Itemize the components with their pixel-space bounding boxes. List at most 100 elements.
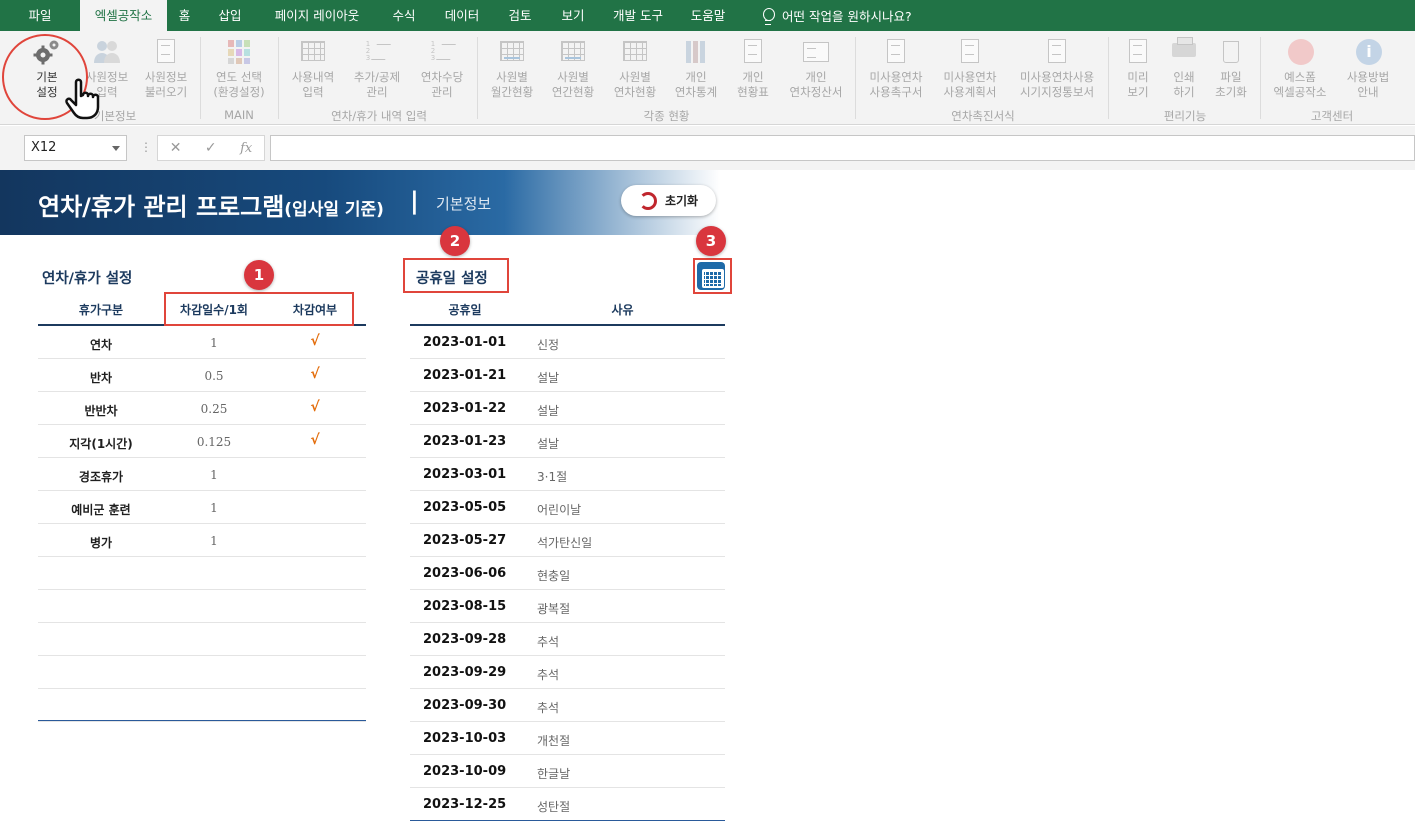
menu-help[interactable]: 도움말	[678, 0, 738, 31]
deduct-days-cell[interactable]: 0.25	[164, 402, 264, 416]
personal-table-button[interactable]: 개인 현황표	[728, 35, 778, 107]
formula-input[interactable]	[270, 135, 1415, 161]
menu-home[interactable]: 홈	[167, 0, 202, 31]
deduct-flag-cell[interactable]: √	[270, 399, 360, 415]
group-separator	[1108, 37, 1109, 119]
holiday-header-line	[410, 324, 725, 326]
deduct-days-cell[interactable]: 1	[164, 501, 264, 515]
holiday-date-cell[interactable]: 2023-06-06	[423, 566, 506, 581]
holiday-reason-cell[interactable]: 추석	[537, 699, 559, 716]
annual-status-label: 사원별 연차현황	[613, 70, 657, 99]
table-row-divider	[410, 589, 725, 590]
holiday-date-cell[interactable]: 2023-03-01	[423, 467, 506, 482]
holiday-reason-cell[interactable]: 현충일	[537, 567, 570, 584]
holiday-reason-cell[interactable]: 어린이날	[537, 501, 581, 518]
holiday-reason-cell[interactable]: 한글날	[537, 765, 570, 782]
deduct-days-cell[interactable]: 1	[164, 468, 264, 482]
menu-formulas[interactable]: 수식	[376, 0, 432, 31]
banner-divider: |	[410, 187, 419, 215]
usage-input-button[interactable]: 사용내역 입력	[284, 35, 342, 107]
name-box[interactable]: X12	[24, 135, 127, 161]
holiday-reason-cell[interactable]: 석가탄신일	[537, 534, 592, 551]
leave-type-cell[interactable]: 반차	[38, 369, 164, 386]
leave-type-cell[interactable]: 병가	[38, 534, 164, 551]
chevron-down-icon[interactable]	[112, 146, 120, 151]
deduct-flag-cell[interactable]: √	[270, 432, 360, 448]
leave-type-cell[interactable]: 지각(1시간)	[38, 435, 164, 452]
designation-notice-label: 미사용연차사용 시기지정통보서	[1019, 70, 1095, 99]
allowance-button[interactable]: 연차수당 관리	[412, 35, 472, 107]
holiday-date-cell[interactable]: 2023-05-05	[423, 500, 506, 515]
group-label-promotion: 연차촉진서식	[951, 109, 1015, 123]
file-reset-button[interactable]: 파일 초기화	[1206, 35, 1256, 107]
holiday-reason-cell[interactable]: 추석	[537, 633, 559, 650]
employee-import-button[interactable]: 사원정보 불러오기	[140, 35, 192, 107]
deduct-days-cell[interactable]: 0.5	[164, 369, 264, 383]
reset-button[interactable]: 초기화	[621, 185, 716, 216]
table-row-divider	[38, 391, 366, 392]
leave-type-cell[interactable]: 경조휴가	[38, 468, 164, 485]
holiday-date-cell[interactable]: 2023-12-25	[423, 797, 506, 812]
year-select-button[interactable]: 연도 선택 (환경설정)	[206, 35, 272, 107]
tell-me-search[interactable]: 어떤 작업을 원하시나요?	[762, 6, 912, 25]
holiday-reason-cell[interactable]: 광복절	[537, 600, 570, 617]
help-guide-button[interactable]: i 사용방법 안내	[1338, 35, 1398, 107]
holiday-reason-cell[interactable]: 개천절	[537, 732, 570, 749]
menu-view[interactable]: 보기	[548, 0, 598, 31]
info-icon: i	[1353, 37, 1383, 67]
personal-stats-button[interactable]: 개인 연차통계	[666, 35, 726, 107]
menu-insert[interactable]: 삽입	[202, 0, 258, 31]
print-button[interactable]: 인쇄 하기	[1160, 35, 1208, 107]
annual-status-button[interactable]: 사원별 연차현황	[606, 35, 664, 107]
holiday-date-cell[interactable]: 2023-01-23	[423, 434, 506, 449]
menu-review[interactable]: 검토	[492, 0, 548, 31]
holiday-reason-cell[interactable]: 성탄절	[537, 798, 570, 815]
holiday-date-cell[interactable]: 2023-01-22	[423, 401, 506, 416]
settlement-button[interactable]: 개인 연차정산서	[782, 35, 850, 107]
menu-excel-workshop[interactable]: 엑셀공작소	[80, 0, 167, 31]
designation-notice-button[interactable]: 미사용연차사용 시기지정통보서	[1010, 35, 1104, 107]
holiday-reason-cell[interactable]: 설날	[537, 402, 559, 419]
menu-developer[interactable]: 개발 도구	[598, 0, 678, 31]
deduct-flag-cell[interactable]: √	[270, 366, 360, 382]
usage-plan-button[interactable]: 미사용연차 사용계획서	[936, 35, 1004, 107]
function-icon[interactable]: fx	[240, 141, 252, 156]
holiday-reason-cell[interactable]: 설날	[537, 435, 559, 452]
menu-data[interactable]: 데이터	[432, 0, 492, 31]
tell-me-text: 어떤 작업을 원하시나요?	[782, 9, 912, 24]
program-title-main: 연차/휴가 관리 프로그램	[38, 193, 285, 221]
holiday-reason-cell[interactable]: 설날	[537, 369, 559, 386]
leave-type-cell[interactable]: 연차	[38, 336, 164, 353]
leave-type-cell[interactable]: 반반차	[38, 402, 164, 419]
add-deduct-button[interactable]: 추가/공제 관리	[346, 35, 408, 107]
preview-button[interactable]: 미리 보기	[1114, 35, 1162, 107]
monthly-status-button[interactable]: 사원별 월간현황	[483, 35, 541, 107]
holiday-date-cell[interactable]: 2023-10-09	[423, 764, 506, 779]
holiday-date-cell[interactable]: 2023-05-27	[423, 533, 506, 548]
holiday-date-cell[interactable]: 2023-09-30	[423, 698, 506, 713]
urge-notice-button[interactable]: 미사용연차 사용촉구서	[862, 35, 930, 107]
confirm-icon[interactable]: ✓	[205, 140, 217, 156]
menu-page-layout[interactable]: 페이지 레이아웃	[258, 0, 376, 31]
holiday-reason-cell[interactable]: 3·1절	[537, 468, 567, 485]
holiday-date-cell[interactable]: 2023-08-15	[423, 599, 506, 614]
holiday-date-cell[interactable]: 2023-01-21	[423, 368, 506, 383]
holiday-date-cell[interactable]: 2023-09-28	[423, 632, 506, 647]
yearly-status-button[interactable]: 사원별 연간현황	[544, 35, 602, 107]
holiday-date-cell[interactable]: 2023-10-03	[423, 731, 506, 746]
holiday-reason-cell[interactable]: 신정	[537, 336, 559, 353]
holiday-date-cell[interactable]: 2023-01-01	[423, 335, 506, 350]
deduct-flag-cell[interactable]: √	[270, 333, 360, 349]
import-icon	[151, 37, 181, 67]
deduct-days-cell[interactable]: 1	[164, 336, 264, 350]
group-separator	[477, 37, 478, 119]
holiday-date-cell[interactable]: 2023-09-29	[423, 665, 506, 680]
deduct-days-cell[interactable]: 0.125	[164, 435, 264, 449]
deduct-days-cell[interactable]: 1	[164, 534, 264, 548]
cancel-icon[interactable]: ✕	[170, 140, 182, 156]
table-row-divider	[410, 457, 725, 458]
holiday-reason-cell[interactable]: 추석	[537, 666, 559, 683]
yesform-button[interactable]: 예스폼 엑셀공작소	[1266, 35, 1334, 107]
menu-file[interactable]: 파일	[0, 0, 80, 31]
leave-type-cell[interactable]: 예비군 훈련	[38, 501, 164, 518]
